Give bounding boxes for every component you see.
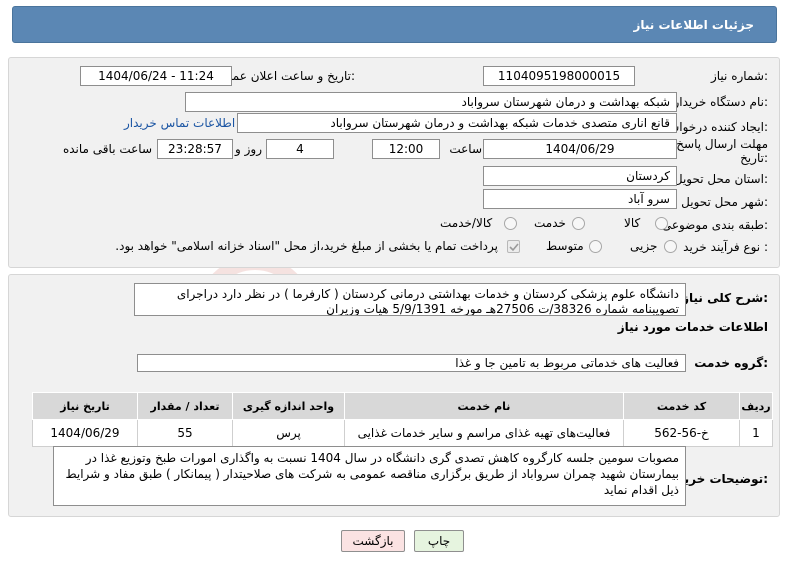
page-title: جزئیات اطلاعات نیاز (633, 18, 754, 32)
cell-unit: پرس (232, 419, 345, 447)
creator-field[interactable]: قانع اناری متصدی خدمات شبکه بهداشت و درم… (237, 113, 677, 133)
deadline-time-label: ساعت (449, 142, 482, 156)
deadline-time-field[interactable]: 12:00 (372, 139, 440, 159)
province-field[interactable]: کردستان (483, 166, 677, 186)
cell-qty: 55 (137, 419, 233, 447)
city-label: شهر محل تحویل: (681, 195, 768, 209)
category-goods-label: کالا (624, 216, 641, 230)
cell-code: خ-56-562 (623, 419, 740, 447)
cell-date: 1404/06/29 (32, 419, 138, 447)
check-icon (509, 243, 519, 252)
process-label: نوع فرآیند خرید : (683, 240, 768, 254)
col-row-header: ردیف (739, 392, 773, 420)
deadline-date-field[interactable]: 1404/06/29 (483, 139, 677, 159)
days-field[interactable]: 4 (266, 139, 334, 159)
col-qty-header: تعداد / مقدار (137, 392, 233, 420)
treasury-payment-checkbox[interactable] (507, 240, 520, 253)
category-goods-service-label: کالا/خدمت (440, 216, 493, 230)
table-row[interactable]: 1 خ-56-562 فعالیت‌های تهیه غذای مراسم و … (32, 419, 773, 447)
process-medium-label: متوسط (546, 239, 584, 253)
deadline-label: مهلت ارسال پاسخ: تا (661, 137, 768, 151)
need-number-label: شماره نیاز: (710, 69, 768, 83)
process-minor-radio[interactable] (664, 240, 677, 253)
announce-date-field[interactable]: 1404/06/24 - 11:24 (80, 66, 232, 86)
province-label: استان محل تحویل: (673, 172, 768, 186)
col-unit-header: واحد اندازه گیری (232, 392, 345, 420)
services-section-title: اطلاعات خدمات مورد نیاز (617, 320, 768, 334)
category-service-label: خدمت (534, 216, 566, 230)
remaining-time-label: ساعت باقی مانده (62, 142, 152, 156)
page-header: جزئیات اطلاعات نیاز (12, 6, 777, 43)
print-button[interactable]: چاپ (414, 530, 464, 552)
category-goods-service-radio[interactable] (504, 217, 517, 230)
col-name-header: نام خدمت (344, 392, 624, 420)
need-details-panel (8, 57, 780, 268)
process-medium-radio[interactable] (589, 240, 602, 253)
col-date-header: تاریخ نیاز (32, 392, 138, 420)
table-header-row: ردیف کد خدمت نام خدمت واحد اندازه گیری ت… (32, 392, 773, 420)
remaining-time-field[interactable]: 23:28:57 (157, 139, 233, 159)
col-code-header: کد خدمت (623, 392, 740, 420)
process-minor-label: جزیی (630, 239, 658, 253)
city-field[interactable]: سرو آباد (483, 189, 677, 209)
cell-row: 1 (739, 419, 773, 447)
buyer-org-label: نام دستگاه خریدار: (673, 95, 769, 109)
category-service-radio[interactable] (572, 217, 585, 230)
service-group-field[interactable]: فعالیت های خدماتی مربوط به تامین جا و غذ… (137, 354, 686, 372)
summary-label: شرح کلی نیاز: (682, 291, 768, 305)
summary-text[interactable]: دانشگاه علوم پزشکی کردستان و خدمات بهداش… (134, 283, 686, 316)
need-number-field[interactable]: 1104095198000015 (483, 66, 635, 86)
buyer-contact-link[interactable]: اطلاعات تماس خریدار (124, 116, 235, 130)
category-goods-radio[interactable] (655, 217, 668, 230)
category-label: طبقه بندی موضوعی: (661, 218, 768, 232)
cell-name: فعالیت‌های تهیه غذای مراسم و سایر خدمات … (344, 419, 624, 447)
deadline-label-date: تاریخ: (740, 151, 768, 165)
days-label: روز و (235, 142, 262, 156)
buyer-org-field[interactable]: شبکه بهداشت و درمان شهرستان سرواباد (185, 92, 677, 112)
services-table: ردیف کد خدمت نام خدمت واحد اندازه گیری ت… (32, 392, 773, 447)
treasury-payment-note: پرداخت تمام یا بخشی از مبلغ خرید،از محل … (115, 239, 498, 253)
back-button[interactable]: بازگشت (341, 530, 405, 552)
service-group-label: گروه خدمت: (694, 356, 768, 370)
buyer-notes-text[interactable]: مصوبات سومین جلسه کارگروه کاهش تصدی گری … (53, 446, 686, 506)
